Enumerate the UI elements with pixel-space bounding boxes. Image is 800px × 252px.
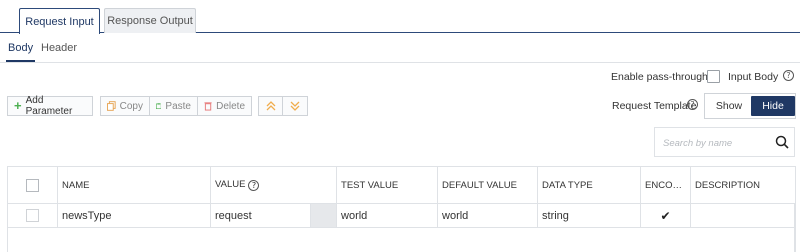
header-test-value[interactable]: TEST VALUE xyxy=(336,166,439,204)
value-help-icon[interactable]: ? xyxy=(248,180,260,191)
search-input[interactable] xyxy=(663,135,773,151)
move-up-button[interactable] xyxy=(259,97,283,115)
cell-value[interactable]: request xyxy=(210,203,311,228)
header-default-value[interactable]: DEFAULT VALUE xyxy=(437,166,539,204)
row-select-cell xyxy=(7,203,58,228)
cell-description[interactable] xyxy=(690,203,797,228)
move-button-group xyxy=(258,96,308,116)
select-all-checkbox[interactable] xyxy=(26,178,39,192)
parameter-table: NAME VALUE? TEST VALUE DEFAULT VALUE DAT… xyxy=(6,166,797,252)
cell-value-picker[interactable] xyxy=(309,203,338,228)
table-empty-row xyxy=(6,227,797,252)
header-value[interactable]: VALUE? xyxy=(209,166,338,204)
request-template-toggle: Show Hide xyxy=(704,93,796,119)
copy-label: Copy xyxy=(119,100,143,112)
subtab-header[interactable]: Header xyxy=(41,42,77,54)
search-icon[interactable] xyxy=(775,135,789,149)
delete-label: Delete xyxy=(216,100,245,112)
cell-default-value[interactable]: world xyxy=(437,203,539,228)
copy-button[interactable]: Copy xyxy=(101,97,150,115)
input-body-checkbox[interactable] xyxy=(707,70,720,83)
top-tab-bar: Request Input Response Output xyxy=(0,0,800,34)
tab-response-output[interactable]: Response Output xyxy=(104,8,196,33)
help-icon[interactable]: ? xyxy=(783,70,794,81)
paste-label: Paste xyxy=(165,100,191,112)
table-row[interactable]: newsType request world world string ✔ xyxy=(7,203,797,228)
pass-through-label: Enable pass-through: xyxy=(611,71,711,83)
cell-data-type[interactable]: string xyxy=(537,203,642,228)
trash-icon xyxy=(204,102,212,111)
copy-icon xyxy=(107,101,116,111)
add-parameter-label: Add Parameter xyxy=(25,95,73,117)
header-description[interactable]: DESCRIPTION xyxy=(690,166,797,204)
cell-test-value[interactable]: world xyxy=(336,203,439,228)
request-template-label: Request Template xyxy=(612,100,697,112)
sub-tab-bar: Body Header xyxy=(0,40,800,63)
add-parameter-button[interactable]: + Add Parameter xyxy=(7,95,93,117)
paste-icon xyxy=(156,103,162,110)
show-button[interactable]: Show xyxy=(705,94,753,118)
plus-icon: + xyxy=(14,98,22,113)
edit-button-group: Copy Paste Delete xyxy=(100,96,252,116)
check-icon[interactable]: ✔ xyxy=(645,209,686,223)
subtab-body[interactable]: Body xyxy=(5,42,36,62)
request-template-help-icon[interactable]: ? xyxy=(687,99,698,110)
cell-encode[interactable]: ✔ xyxy=(640,203,692,228)
paste-button[interactable]: Paste xyxy=(150,97,198,115)
select-all-cell xyxy=(7,166,58,204)
input-body-label[interactable]: Input Body xyxy=(728,71,778,83)
table-header-row: NAME VALUE? TEST VALUE DEFAULT VALUE DAT… xyxy=(7,166,797,204)
tab-request-input[interactable]: Request Input xyxy=(19,8,100,34)
header-value-label: VALUE xyxy=(215,179,246,190)
move-down-button[interactable] xyxy=(283,97,307,115)
double-chevron-up-icon xyxy=(266,101,275,111)
search-box xyxy=(654,127,795,157)
header-encode[interactable]: ENCODE... xyxy=(640,166,692,204)
empty-cell xyxy=(6,227,797,252)
double-chevron-down-icon xyxy=(290,101,300,111)
header-data-type[interactable]: DATA TYPE xyxy=(537,166,642,204)
delete-button[interactable]: Delete xyxy=(198,97,251,115)
header-name[interactable]: NAME xyxy=(57,166,211,204)
cell-name[interactable]: newsType xyxy=(57,203,211,228)
row-checkbox[interactable] xyxy=(26,209,39,222)
hide-button[interactable]: Hide xyxy=(751,96,795,116)
